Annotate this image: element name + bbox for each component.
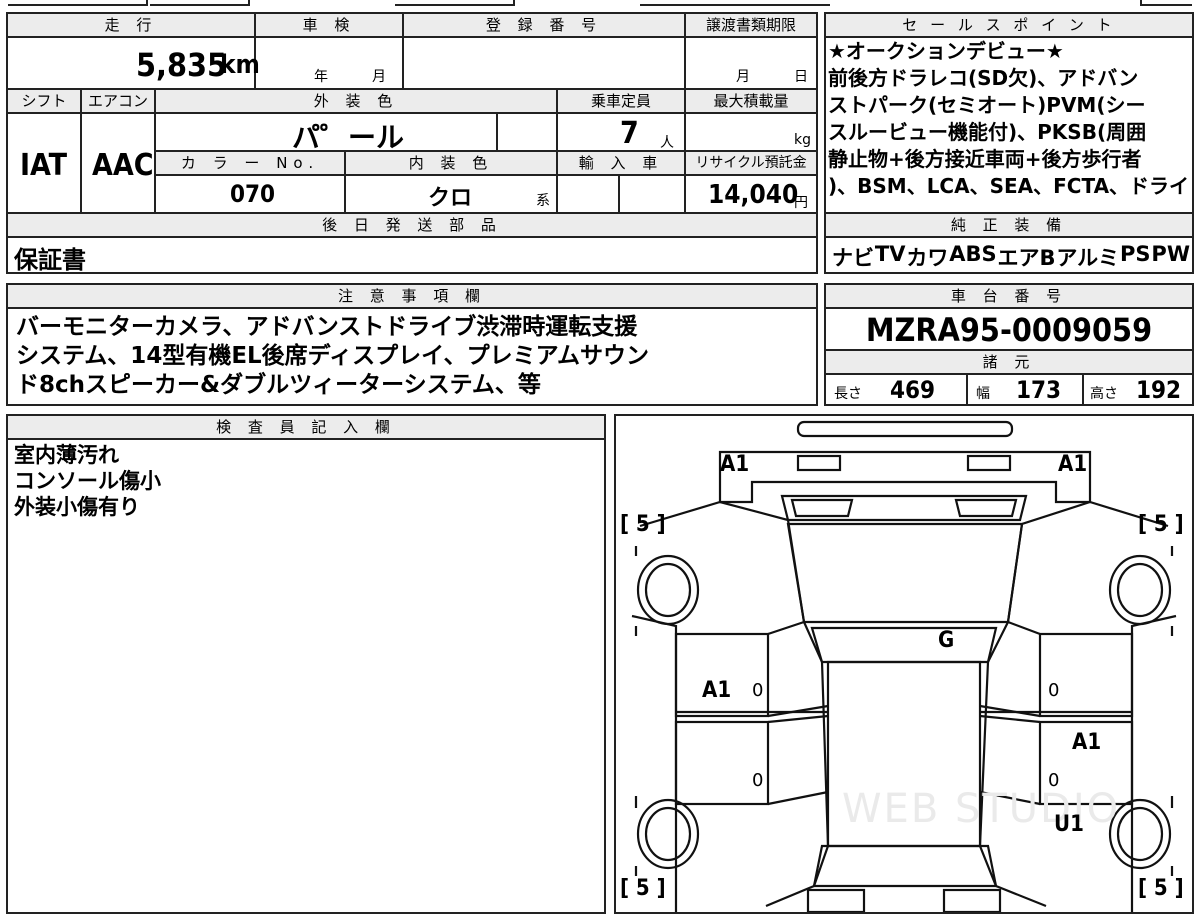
registration-header: 登 録 番 号	[404, 14, 684, 36]
sales-point-box: セ ー ル ス ポ イ ン ト ★オークションデビュー★ 前後方ドラレコ(SD欠…	[824, 12, 1194, 274]
notes-header: 注 意 事 項 欄	[8, 285, 816, 307]
transfer-month: 月	[736, 69, 750, 85]
height-label: 高さ	[1090, 386, 1118, 402]
chassis-box: 車 台 番 号 MZRA95-0009059 諸 元 長さ 469 幅 173 …	[824, 283, 1194, 406]
genuine-item: TV	[874, 242, 906, 266]
length-value: 469	[890, 376, 936, 404]
tire-top-left: [ 5 ]	[620, 512, 666, 537]
sales-point-header: セ ー ル ス ポ イ ン ト	[826, 14, 1192, 36]
recycle-header: リサイクル預託金	[686, 152, 816, 174]
tire-bottom-left: [ 5 ]	[620, 876, 666, 901]
sales-point-line: 静止物+後方接近車両+後方歩行者	[828, 147, 1142, 171]
damage-front-left: A1	[720, 452, 750, 477]
chassis-value: MZRA95-0009059	[865, 311, 1153, 349]
mileage-unit: km	[220, 50, 260, 80]
genuine-item: カワ	[906, 246, 949, 270]
tire-top-right: [ 5 ]	[1138, 512, 1184, 537]
import-header: 輸 入 車	[558, 152, 684, 174]
parts-later-header: 後 日 発 送 部 品	[8, 214, 816, 236]
genuine-item: ナビ	[832, 246, 874, 270]
notes-line: システム、14型有機EL後席ディスプレイ、プレミアムサウン	[16, 343, 650, 369]
damage-left-door: A1	[702, 678, 732, 703]
length-label: 長さ	[834, 386, 862, 402]
inspector-line: 外装小傷有り	[14, 495, 140, 519]
mileage-header: 走 行	[8, 14, 254, 36]
max-load-header: 最大積載量	[686, 90, 816, 112]
inspector-line: コンソール傷小	[14, 469, 161, 493]
notes-line: バーモニターカメラ、アドバンストドライブ渋滞時運転支援	[16, 314, 638, 340]
notes-text: バーモニターカメラ、アドバンストドライブ渋滞時運転支援 システム、14型有機EL…	[16, 313, 812, 400]
top-partial-strip	[0, 0, 1200, 8]
max-load-unit: kg	[794, 132, 811, 148]
capacity-value: 7	[620, 116, 639, 151]
inspector-text: 室内薄汚れ コンソール傷小 外装小傷有り	[14, 442, 161, 520]
interior-suffix: 系	[536, 193, 550, 209]
genuine-item: PW	[1151, 242, 1190, 266]
zero-mark: 0	[1048, 680, 1060, 701]
sales-point-line: ストパーク(セミオート)PVM(シー	[828, 93, 1146, 117]
car-outline	[631, 420, 1177, 912]
shift-header: シフト	[8, 90, 80, 112]
interior-color-header: 内 装 色	[346, 152, 556, 174]
genuine-item: PS	[1120, 242, 1151, 266]
notes-line: ド8chスピーカー&ダブルツィーターシステム、等	[16, 372, 541, 398]
car-damage-diagram: WEB STUDIO A1 A1 [ 5 ] [ 5 ] G A1 0 0 0 …	[614, 414, 1194, 914]
genuine-item: エアB	[997, 246, 1056, 270]
vehicle-info-table: 走 行 車 検 登 録 番 号 譲渡書類期限 5,835 km 年 月 月 日 …	[6, 12, 818, 274]
aircon-value: AAC	[92, 148, 154, 183]
color-no-value: 070	[230, 180, 276, 208]
width-label: 幅	[976, 386, 990, 402]
sales-point-line: スルービュー機能付)、PKSB(周囲	[828, 120, 1147, 144]
interior-color-value: クロ	[428, 186, 473, 211]
notes-box: 注 意 事 項 欄 バーモニターカメラ、アドバンストドライブ渋滞時運転支援 シス…	[6, 283, 818, 406]
chassis-header: 車 台 番 号	[826, 285, 1192, 307]
specs-header: 諸 元	[826, 351, 1192, 373]
shaken-month: 月	[372, 69, 386, 85]
transfer-deadline-header: 譲渡書類期限	[686, 14, 816, 36]
tire-bottom-right: [ 5 ]	[1138, 876, 1184, 901]
inspector-header: 検 査 員 記 入 欄	[8, 416, 604, 438]
shift-value: IAT	[20, 148, 68, 183]
genuine-equipment: ナビ TV カワ ABS エアB アルミ PS PW	[832, 242, 1190, 272]
genuine-item: アルミ	[1056, 246, 1120, 270]
inspector-line: 室内薄汚れ	[14, 443, 119, 467]
sales-point-line: )、BSM、LCA、SEA、FCTA、ドライ	[828, 174, 1190, 198]
exterior-color-header: 外 装 色	[156, 90, 556, 112]
damage-right-rear: A1	[1072, 730, 1102, 755]
transfer-day: 日	[794, 69, 808, 85]
mileage-value: 5,835	[136, 46, 228, 84]
parts-later-value: 保証書	[14, 246, 86, 274]
damage-roof: G	[938, 628, 955, 653]
damage-front-right: A1	[1058, 452, 1088, 477]
width-value: 173	[1016, 376, 1062, 404]
shaken-header: 車 検	[256, 14, 402, 36]
recycle-unit: 円	[794, 195, 808, 211]
zero-mark: 0	[752, 680, 764, 701]
color-no-header: カ ラ ー No.	[156, 152, 344, 174]
genuine-item: ABS	[949, 242, 997, 266]
height-value: 192	[1136, 376, 1182, 404]
shaken-year: 年	[314, 69, 328, 85]
aircon-header: エアコン	[82, 90, 154, 112]
zero-mark: 0	[1048, 770, 1060, 791]
damage-right-rear-lower: U1	[1054, 812, 1084, 837]
recycle-value: 14,040	[708, 180, 799, 210]
sales-point-line: ★オークションデビュー★	[828, 39, 1064, 63]
inspector-box: 検 査 員 記 入 欄 室内薄汚れ コンソール傷小 外装小傷有り	[6, 414, 606, 914]
sales-point-text: ★オークションデビュー★ 前後方ドラレコ(SD欠)、アドバン ストパーク(セミオ…	[828, 38, 1192, 200]
zero-mark: 0	[752, 770, 764, 791]
capacity-header: 乗車定員	[558, 90, 684, 112]
genuine-header: 純 正 装 備	[826, 214, 1192, 236]
capacity-unit: 人	[660, 135, 674, 151]
sales-point-line: 前後方ドラレコ(SD欠)、アドバン	[828, 66, 1139, 90]
